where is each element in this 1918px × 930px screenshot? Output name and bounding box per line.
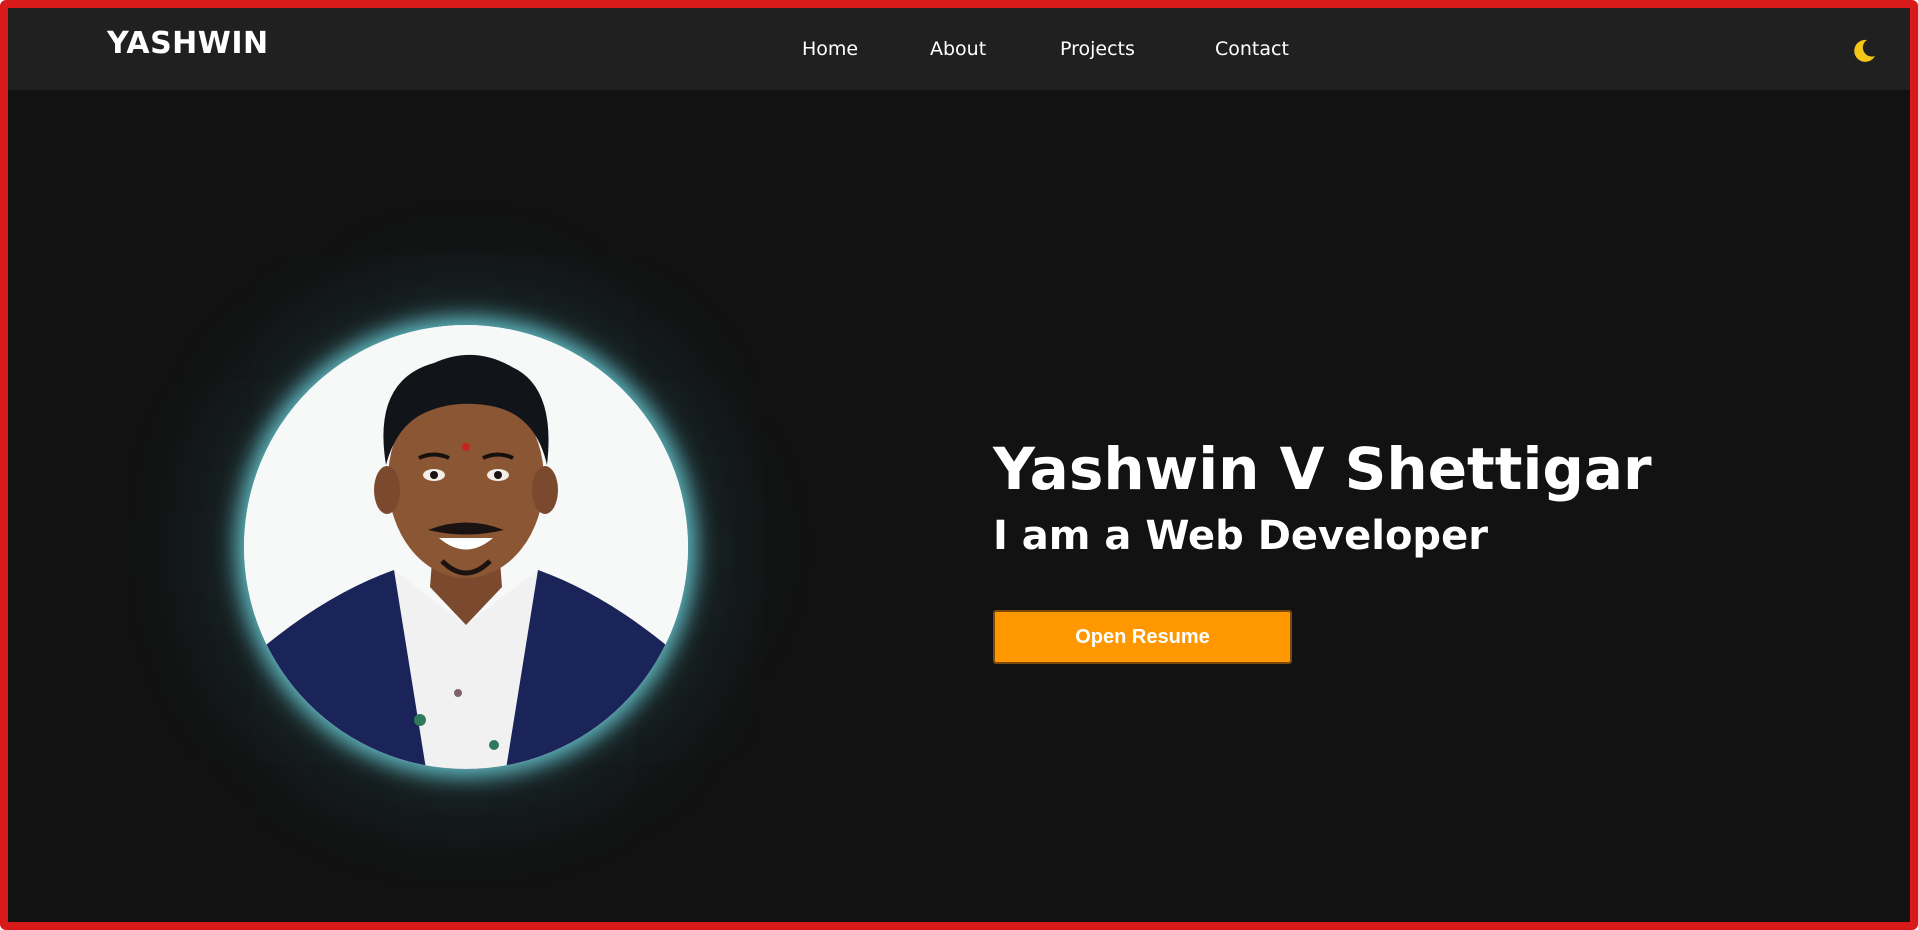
nav-link-home[interactable]: Home: [802, 38, 858, 60]
open-resume-button[interactable]: Open Resume: [993, 610, 1292, 664]
nav-link-contact[interactable]: Contact: [1215, 38, 1289, 60]
nav-links: Home About Projects Contact: [8, 38, 1910, 68]
profile-photo: [244, 325, 688, 769]
theme-toggle-button[interactable]: [1850, 37, 1878, 65]
nav-link-projects[interactable]: Projects: [1060, 38, 1135, 60]
browser-frame: YASHWIN Home About Projects Contact Yash…: [0, 0, 1918, 930]
hero-name: Yashwin V Shettigar: [993, 435, 1652, 503]
nav-link-about[interactable]: About: [930, 38, 986, 60]
navbar: YASHWIN Home About Projects Contact: [8, 8, 1910, 90]
person-portrait: [244, 325, 688, 769]
hero-text: Yashwin V Shettigar I am a Web Developer: [993, 436, 1652, 559]
moon-icon: [1854, 39, 1875, 62]
hero-tagline: I am a Web Developer: [993, 512, 1488, 559]
